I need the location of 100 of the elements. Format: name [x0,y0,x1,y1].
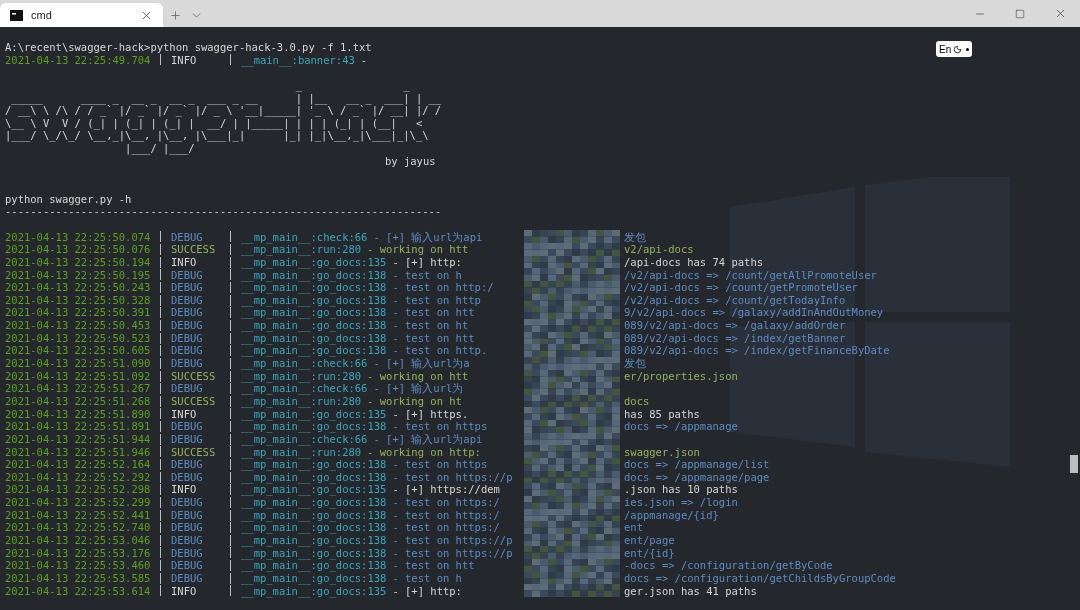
log-message: - test on https:/ [392,508,500,522]
log-timestamp: 2021-04-13 22:25:53.460 [5,559,152,572]
log-timestamp: 2021-04-13 22:25:50.453 [5,319,152,332]
log-message: er/properties.json [624,369,738,383]
dashed-rule: --------------------------------------------------------------------- [5,205,443,218]
log-source: __mp_main__:go_docs:138 [241,344,387,358]
log-source: __mp_main__:go_docs:138 [241,559,387,572]
log-timestamp: 2021-04-13 22:25:51.267 [5,382,152,395]
log-source: __mp_main__:go_docs:138 [241,534,387,547]
log-message: v2/api-docs [624,243,694,256]
log-level: INFO [171,584,198,598]
log-message: - test on http [392,293,481,307]
log-message: 9/v2/api-docs => /galaxy/addInAndOutMoney [624,306,884,320]
log-level: SUCCESS [171,369,217,383]
log-level: DEBUG [171,470,204,484]
log-timestamp: 2021-04-13 22:25:51.092 [5,369,152,383]
scrollbar-thumb[interactable] [1070,455,1078,473]
log-timestamp: 2021-04-13 22:25:52.292 [5,470,152,484]
log-level: DEBUG [171,546,204,560]
log-source: __mp_main__:go_docs:138 [241,420,387,433]
command-line: A:\recent\swagger-hack>python swagger-hack-3.0.py -f 1.txt [5,41,372,54]
log-source: __mp_main__:run:280 [241,445,362,459]
log-message: - [+] 输入url为api [373,230,483,244]
log-message: has 85 paths [624,407,700,421]
log-level: DEBUG [171,230,204,244]
log-message: - test on ht [392,319,469,332]
log-timestamp: 2021-04-13 22:25:52.740 [5,521,152,534]
log-level: SUCCESS [171,445,217,459]
log-message: - [+] 输入url为a [373,357,470,370]
log-message: - test on htt [392,306,475,320]
log-message: docs => /appmanage/page [624,470,770,484]
log-source: __mp_main__:go_docs:138 [241,458,387,471]
log-message: /v2/api-docs => /count/getPromoteUser [624,281,858,294]
log-message: docs => /appmanage [624,420,738,433]
log-timestamp: 2021-04-13 22:25:51.944 [5,432,152,446]
log-message: - test on h [392,571,462,585]
log-source: __mp_main__:go_docs:135 [241,584,387,598]
log-level: INFO [171,407,198,421]
log-source: __main__:banner:43 [241,53,355,67]
log-timestamp: 2021-04-13 22:25:53.176 [5,546,152,560]
log-timestamp: 2021-04-13 22:25:50.074 [5,230,152,244]
terminal-tab[interactable]: cmd [0,3,163,27]
log-source: __mp_main__:go_docs:135 [241,407,387,421]
log-source: __mp_main__:go_docs:135 [241,255,387,269]
log-message: - working on ht [367,394,462,408]
log-source: __mp_main__:go_docs:138 [241,508,387,522]
log-level: INFO [171,483,198,497]
log-message: 发包 [624,230,646,244]
log-message: ent/{id} [624,546,675,560]
maximize-icon[interactable] [1015,8,1025,19]
log-message: swagger.json [624,445,700,459]
log-source: __mp_main__:check:66 [241,357,368,370]
log-message: - [+] 输入url为api [373,432,483,446]
log-timestamp: 2021-04-13 22:25:52.298 [5,483,152,497]
log-timestamp: 2021-04-13 22:25:50.195 [5,268,152,282]
log-source: __mp_main__:run:280 [241,369,362,383]
log-level: DEBUG [171,344,204,358]
log-level: DEBUG [171,458,204,471]
log-level: INFO [171,255,198,269]
log-level: SUCCESS [171,394,217,408]
log-message: 089/v2/api-docs => /index/getFinanceByDate [624,344,890,358]
log-level: DEBUG [171,521,204,534]
log-level: DEBUG [171,331,204,345]
log-timestamp: 2021-04-13 22:25:50.076 [5,243,152,256]
log-level: DEBUG [171,382,204,395]
log-message: 发包 [624,357,646,370]
log-source: __mp_main__:go_docs:138 [241,293,387,307]
log-source: __mp_main__:go_docs:138 [241,496,387,509]
log-message: - test on h [392,268,462,282]
log-level: DEBUG [171,496,204,509]
log-message: - test on https [392,458,488,471]
log-message: .json has 10 paths [624,483,738,497]
log-message: docs => /appmanage/list [624,458,770,471]
log-message: - [+] http: [392,584,462,598]
log-timestamp: 2021-04-13 22:25:52.441 [5,508,152,522]
log-source: __mp_main__:go_docs:135 [241,483,387,497]
log-message: - test on http. [392,344,488,358]
log-message: - test on https [392,420,488,433]
log-timestamp: 2021-04-13 22:25:51.890 [5,407,152,421]
log-source: __mp_main__:run:280 [241,394,362,408]
log-message: - working on htt [367,369,469,383]
new-tab-icon[interactable] [169,8,182,22]
log-source: __mp_main__:check:66 [241,432,368,446]
log-message: - test on https://p [392,534,513,547]
log-timestamp: 2021-04-13 22:25:51.090 [5,357,152,370]
log-timestamp: 2021-04-13 22:25:50.523 [5,331,152,345]
log-source: __mp_main__:run:280 [241,243,362,256]
log-source: __mp_main__:go_docs:138 [241,546,387,560]
log-level: DEBUG [171,319,204,332]
log-level: DEBUG [171,432,204,446]
log-source: __mp_main__:go_docs:138 [241,306,387,320]
log-level: DEBUG [171,534,204,547]
log-message: - test on https:/ [392,496,500,509]
input-mode-indicator[interactable]: En [936,41,973,57]
log-message: - test on https:/ [392,521,500,534]
log-level: DEBUG [171,420,204,433]
log-message: -docs => /configuration/getByCode [624,559,833,572]
log-message: - test on http:/ [392,281,494,294]
log-timestamp: 2021-04-13 22:25:49.704 [5,53,152,67]
log-level: DEBUG [171,571,204,585]
